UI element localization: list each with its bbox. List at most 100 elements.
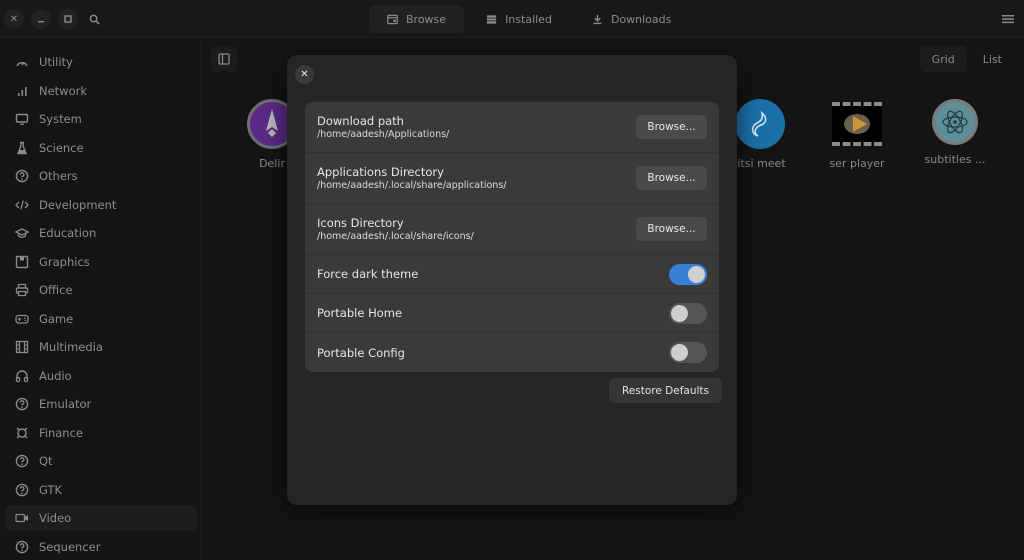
browse-icons-directory-button[interactable]: Browse... xyxy=(636,217,707,241)
list-view-button[interactable]: List xyxy=(971,46,1014,72)
sidebar-item-label: Qt xyxy=(39,454,53,468)
app-label: ser player xyxy=(829,157,885,170)
row-title: Icons Directory xyxy=(317,216,404,230)
sidebar-item-education[interactable]: Education xyxy=(5,220,197,246)
sidebar-item-label: Network xyxy=(39,83,88,98)
portable-home-row: Portable Home xyxy=(305,294,719,333)
close-dialog-button[interactable]: ✕ xyxy=(295,65,314,84)
browse-download-path-button[interactable]: Browse... xyxy=(636,115,707,139)
tab-label: Downloads xyxy=(610,12,672,26)
sidebar-item-label: Sequencer xyxy=(39,539,101,554)
maximize-window-button[interactable] xyxy=(58,9,78,29)
sidebar-item-label: GTK xyxy=(39,482,63,497)
search-icon xyxy=(89,14,100,25)
close-icon: ✕ xyxy=(300,69,309,80)
sidebar-item-system[interactable]: System xyxy=(5,106,197,132)
signal-icon xyxy=(18,86,27,96)
preferences-list: Download path /home/aadesh/Applications/… xyxy=(305,102,719,372)
search-button[interactable] xyxy=(84,9,104,29)
app-label: Delir xyxy=(259,157,285,170)
sidebar-item-video[interactable]: Video xyxy=(5,505,197,531)
sidebar-item-label: Office xyxy=(39,283,73,297)
switch-knob xyxy=(671,304,688,322)
sidebar-item-graphics[interactable]: Graphics xyxy=(5,249,197,275)
monitor-icon xyxy=(15,113,29,125)
force-dark-theme-row: Force dark theme xyxy=(305,255,719,294)
subtitles-app-icon xyxy=(932,99,978,145)
restore-defaults-button[interactable]: Restore Defaults xyxy=(608,378,722,403)
portable-config-switch[interactable] xyxy=(669,342,707,363)
close-window-button[interactable]: ✕ xyxy=(4,9,24,29)
browse-applications-directory-button[interactable]: Browse... xyxy=(636,166,707,190)
app-label: subtitles ... xyxy=(924,153,986,166)
app-card-ser-player[interactable]: ser player xyxy=(812,99,902,170)
portable-home-switch[interactable] xyxy=(669,302,707,324)
download-path-row: Download path /home/aadesh/Applications/… xyxy=(305,102,719,153)
row-path-value: /home/aadesh/Applications/ xyxy=(317,129,450,140)
gamepad-icon xyxy=(15,314,29,324)
sidebar-item-audio[interactable]: Audio xyxy=(5,363,197,389)
force-dark-theme-switch[interactable] xyxy=(669,263,707,285)
sidebar-item-qt[interactable]: Qt xyxy=(5,448,197,474)
grid-view-button[interactable]: Grid xyxy=(919,46,967,72)
category-sidebar[interactable]: Utility Network System Science Others Develop… xyxy=(0,39,202,560)
flask-icon xyxy=(16,141,28,154)
switch-knob xyxy=(688,265,705,283)
tab-browse[interactable]: Browse xyxy=(369,5,465,33)
view-mode-toggle: Grid List xyxy=(919,46,1014,72)
list-icon xyxy=(486,14,497,24)
applications-directory-row: Applications Directory /home/aadesh/.loc… xyxy=(305,153,719,204)
app-window: ✕ Browse Installed Downloads Utility Net… xyxy=(0,0,1024,560)
sidebar-item-label: System xyxy=(39,112,82,126)
help-icon xyxy=(15,397,29,411)
icons-directory-row: Icons Directory /home/aadesh/.local/shar… xyxy=(305,204,719,255)
sidebar-item-label: Video xyxy=(39,511,72,525)
row-title: Applications Directory xyxy=(317,165,444,179)
sidebar-item-science[interactable]: Science xyxy=(5,135,197,161)
sidebar-item-label: Game xyxy=(39,311,74,326)
sidebar-item-label: Development xyxy=(39,197,117,212)
sidebar-item-utility[interactable]: Utility xyxy=(5,49,197,75)
sidebar-item-label: Graphics xyxy=(39,254,90,269)
sidebar-item-office[interactable]: Office xyxy=(5,277,197,303)
minimize-window-button[interactable] xyxy=(31,9,51,29)
sidebar-item-network[interactable]: Network xyxy=(5,78,197,104)
row-path-value: /home/aadesh/.local/share/applications/ xyxy=(317,180,507,191)
view-switcher: Browse Installed Downloads xyxy=(369,5,689,33)
sidebar-item-gtk[interactable]: GTK xyxy=(5,477,197,503)
portable-config-row: Portable Config xyxy=(305,333,719,372)
toggle-sidebar-button[interactable] xyxy=(211,46,237,72)
sidebar-panel-icon xyxy=(218,53,230,65)
help-icon xyxy=(15,483,29,496)
sidebar-item-emulator[interactable]: Emulator xyxy=(5,391,197,417)
browse-icon xyxy=(387,14,398,24)
sidebar-item-game[interactable]: Game xyxy=(5,306,197,332)
row-title: Force dark theme xyxy=(317,267,419,281)
download-icon xyxy=(593,14,602,24)
sidebar-item-development[interactable]: Development xyxy=(5,192,197,218)
image-frame-icon xyxy=(15,255,29,268)
gauge-icon xyxy=(16,61,28,67)
help-icon xyxy=(15,540,29,553)
sidebar-item-label: Finance xyxy=(39,425,83,440)
ser-player-app-icon xyxy=(832,102,882,146)
sidebar-item-others[interactable]: Others xyxy=(5,163,197,189)
tab-downloads[interactable]: Downloads xyxy=(574,5,689,33)
tab-installed[interactable]: Installed xyxy=(468,5,570,33)
sidebar-item-label: Audio xyxy=(39,368,72,383)
film-icon xyxy=(15,340,29,354)
sidebar-item-label: Utility xyxy=(39,55,73,69)
sidebar-item-label: Science xyxy=(39,140,84,155)
sidebar-item-sequencer[interactable]: Sequencer xyxy=(5,534,197,560)
row-title: Portable Config xyxy=(317,345,405,360)
sidebar-item-finance[interactable]: Finance xyxy=(5,420,197,446)
sidebar-item-label: Multimedia xyxy=(39,340,103,354)
main-menu-button[interactable] xyxy=(998,9,1018,29)
currency-icon xyxy=(16,427,28,438)
header-bar: ✕ Browse Installed Downloads xyxy=(0,0,1024,38)
switch-knob xyxy=(671,344,688,361)
row-title: Download path xyxy=(317,114,404,128)
app-card-subtitles[interactable]: subtitles ... xyxy=(910,99,1000,166)
sidebar-item-multimedia[interactable]: Multimedia xyxy=(5,334,197,360)
sidebar-item-label: Education xyxy=(39,226,97,240)
